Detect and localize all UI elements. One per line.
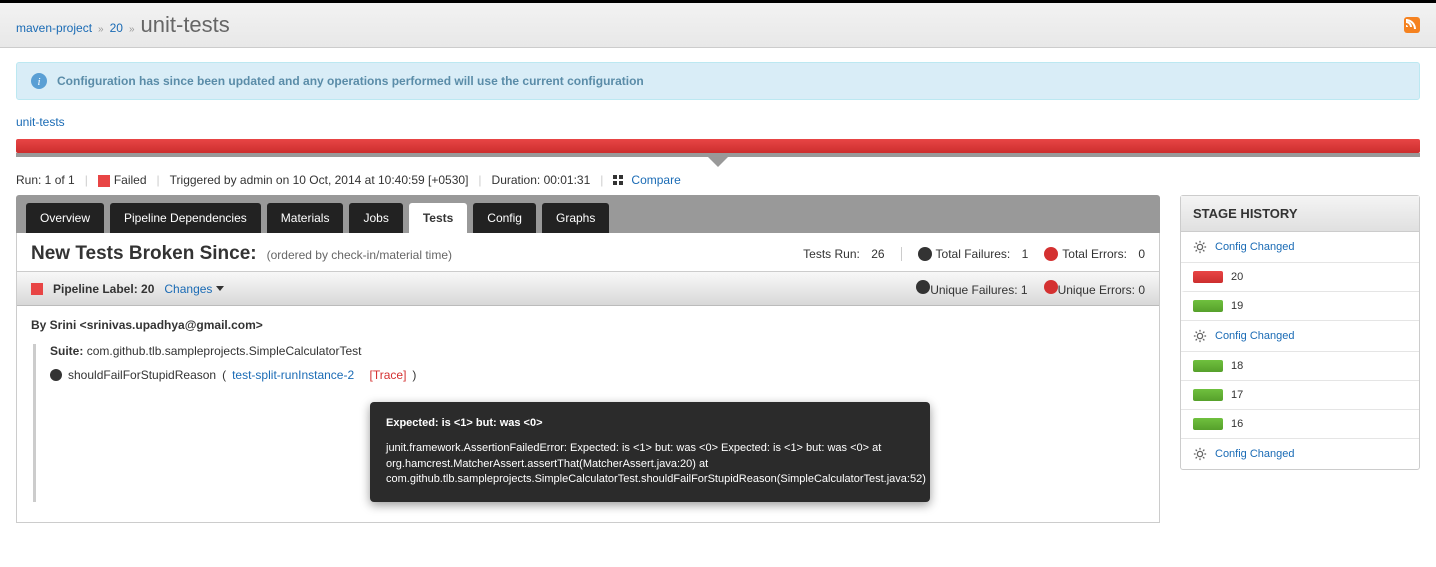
config-changed-link[interactable]: Config Changed (1215, 330, 1295, 342)
rss-icon[interactable] (1404, 17, 1420, 33)
tab-materials[interactable]: Materials (267, 203, 344, 233)
tab-graphs[interactable]: Graphs (542, 203, 609, 233)
tab-bar: OverviewPipeline DependenciesMaterialsJo… (16, 195, 1160, 233)
trace-link[interactable]: [Trace] (370, 368, 407, 382)
history-config-changed[interactable]: Config Changed (1181, 439, 1419, 469)
triggered-by: Triggered by admin on 10 Oct, 2014 at 10… (170, 173, 469, 187)
breadcrumb-sep: » (98, 24, 104, 35)
pipeline-label: Pipeline Label: 20 (53, 282, 154, 296)
run-count: Run: 1 of 1 (16, 173, 75, 187)
pointer-icon (708, 157, 728, 167)
suite-label: Suite: (50, 344, 83, 358)
tab-tests[interactable]: Tests (409, 203, 467, 233)
build-bar-icon (1193, 389, 1223, 401)
history-build-item[interactable]: 18 (1181, 352, 1419, 381)
build-number: 16 (1231, 418, 1243, 430)
summary-subtitle: (ordered by check-in/material time) (267, 248, 452, 262)
changes-dropdown[interactable]: Changes (164, 282, 224, 296)
status-chip: Failed (98, 173, 147, 187)
author-line: By Srini <srinivas.upadhya@gmail.com> (31, 318, 1145, 332)
breadcrumb-current: unit-tests (141, 12, 230, 38)
build-bar-icon (1193, 418, 1223, 430)
breadcrumb-pipeline[interactable]: maven-project (16, 21, 92, 35)
stage-name-link[interactable]: unit-tests (16, 115, 65, 129)
build-number: 20 (1231, 271, 1243, 283)
total-failures: Total Failures: 1 (918, 247, 1029, 261)
svg-text:i: i (37, 76, 40, 88)
build-number: 19 (1231, 300, 1243, 312)
instance-link[interactable]: test-split-runInstance-2 (232, 368, 354, 382)
unique-failures: Unique Failures: 1 (916, 280, 1027, 297)
error-head: Expected: is <1> but: was <0> (386, 416, 914, 431)
pipeline-label-bar: Pipeline Label: 20 Changes Unique Failur… (17, 271, 1159, 306)
duration: Duration: 00:01:31 (492, 173, 591, 187)
summary-title: New Tests Broken Since: (31, 243, 257, 265)
breadcrumb-build[interactable]: 20 (110, 21, 123, 35)
history-build-item[interactable]: 19 (1181, 292, 1419, 321)
gear-icon (1193, 447, 1207, 461)
build-number: 18 (1231, 360, 1243, 372)
tab-content: New Tests Broken Since: (ordered by chec… (16, 233, 1160, 523)
stage-grey-strip (16, 153, 1420, 157)
compare-link[interactable]: Compare (613, 173, 680, 187)
total-errors: Total Errors: 0 (1044, 247, 1145, 261)
config-changed-link[interactable]: Config Changed (1215, 448, 1295, 460)
tests-run: Tests Run: 26 (803, 247, 884, 261)
breadcrumb: maven-project » 20 » unit-tests (16, 12, 230, 38)
error-dot-icon (1044, 280, 1058, 294)
tab-config[interactable]: Config (473, 203, 536, 233)
test-dot-icon (50, 369, 62, 381)
breadcrumb-sep: » (129, 24, 135, 35)
error-tooltip: Expected: is <1> but: was <0> junit.fram… (370, 402, 930, 502)
pipeline-fail-chip-icon (31, 283, 43, 295)
failure-dot-icon (916, 280, 930, 294)
test-detail: By Srini <srinivas.upadhya@gmail.com> Su… (17, 306, 1159, 522)
stage-history-title: STAGE HISTORY (1181, 196, 1419, 232)
history-config-changed[interactable]: Config Changed (1181, 232, 1419, 263)
tab-jobs[interactable]: Jobs (349, 203, 402, 233)
config-changed-link[interactable]: Config Changed (1215, 241, 1295, 253)
info-banner: i Configuration has since been updated a… (16, 62, 1420, 100)
stage-red-strip (16, 139, 1420, 153)
error-body: junit.framework.AssertionFailedError: Ex… (386, 441, 914, 487)
gear-icon (1193, 329, 1207, 343)
tab-overview[interactable]: Overview (26, 203, 104, 233)
test-row: shouldFailForStupidReason (test-split-ru… (50, 368, 1145, 382)
history-config-changed[interactable]: Config Changed (1181, 321, 1419, 352)
error-dot-icon (1044, 247, 1058, 261)
page-header: maven-project » 20 » unit-tests (0, 3, 1436, 48)
gear-icon (1193, 240, 1207, 254)
info-message: Configuration has since been updated and… (57, 74, 644, 88)
fail-chip-icon (98, 175, 110, 187)
build-bar-icon (1193, 271, 1223, 283)
test-summary-row: New Tests Broken Since: (ordered by chec… (17, 233, 1159, 271)
history-build-item[interactable]: 20 (1181, 263, 1419, 292)
stage-status-bar (16, 139, 1420, 157)
history-build-item[interactable]: 17 (1181, 381, 1419, 410)
history-build-item[interactable]: 16 (1181, 410, 1419, 439)
unique-errors: Unique Errors: 0 (1044, 280, 1145, 297)
build-number: 17 (1231, 389, 1243, 401)
chevron-down-icon (216, 286, 224, 291)
info-icon: i (31, 73, 47, 89)
tab-pipeline-dependencies[interactable]: Pipeline Dependencies (110, 203, 261, 233)
stage-history-panel: STAGE HISTORY Config Changed 20 19 Config C… (1180, 195, 1420, 470)
test-name: shouldFailForStupidReason (68, 368, 216, 382)
build-bar-icon (1193, 300, 1223, 312)
suite-name: com.github.tlb.sampleprojects.SimpleCalc… (87, 344, 362, 358)
failure-dot-icon (918, 247, 932, 261)
compare-icon (613, 175, 627, 185)
build-bar-icon (1193, 360, 1223, 372)
